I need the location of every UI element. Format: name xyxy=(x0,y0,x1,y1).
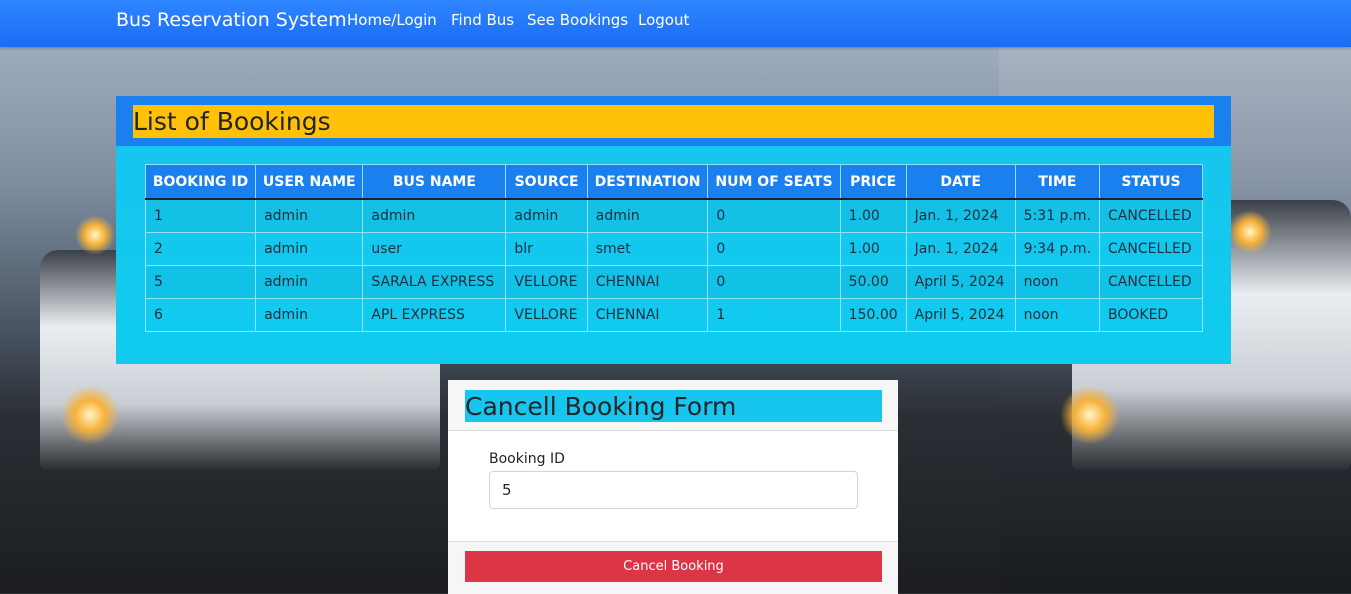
cell-user-name: admin xyxy=(255,232,364,266)
header-destination: DESTINATION xyxy=(586,164,709,200)
bookings-title: List of Bookings xyxy=(133,105,1214,138)
cell-date: Jan. 1, 2024 xyxy=(905,232,1016,266)
cell-price: 1.00 xyxy=(839,232,907,266)
header-source: SOURCE xyxy=(505,164,588,200)
header-num-of-seats: NUM OF SEATS xyxy=(707,164,841,200)
headlight-glow xyxy=(60,385,120,445)
cell-date: Jan. 1, 2024 xyxy=(905,198,1016,233)
nav-see-bookings[interactable]: See Bookings xyxy=(527,11,628,29)
booking-id-label: Booking ID xyxy=(489,451,565,467)
header-date: DATE xyxy=(905,164,1016,200)
cancel-form-title: Cancell Booking Form xyxy=(465,390,882,422)
top-navbar: Bus Reservation System Home/Login Find B… xyxy=(0,0,1351,47)
cell-price: 1.00 xyxy=(839,198,907,233)
cell-price: 150.00 xyxy=(839,298,907,332)
header-user-name: USER NAME xyxy=(255,164,364,200)
cell-destination: CHENNAI xyxy=(586,298,709,332)
cancel-card-footer: Cancel Booking xyxy=(448,541,898,594)
cell-time: noon xyxy=(1014,265,1101,299)
table-row: 2 admin user blr smet 0 1.00 Jan. 1, 2024 9:34 p… xyxy=(144,232,1203,266)
cell-source: admin xyxy=(505,198,588,233)
table-row: 1 admin admin admin admin 0 1.00 Jan. 1, 2024 5:… xyxy=(144,198,1203,233)
booking-id-input[interactable] xyxy=(489,471,858,509)
cell-destination: CHENNAI xyxy=(586,265,709,299)
headlight-glow xyxy=(75,215,115,255)
cell-bus-name: APL EXPRESS xyxy=(362,298,507,332)
cell-status: CANCELLED xyxy=(1099,198,1203,233)
header-price: PRICE xyxy=(839,164,907,200)
header-time: TIME xyxy=(1014,164,1101,200)
cell-date: April 5, 2024 xyxy=(905,298,1016,332)
cell-status: CANCELLED xyxy=(1099,232,1203,266)
cell-time: noon xyxy=(1014,298,1101,332)
cell-time: 9:34 p.m. xyxy=(1014,232,1101,266)
table-row: 6 admin APL EXPRESS VELLORE CHENNAI 1 150.00 Ap… xyxy=(144,298,1203,332)
cell-user-name: admin xyxy=(255,198,364,233)
cell-user-name: admin xyxy=(255,265,364,299)
cell-status: BOOKED xyxy=(1099,298,1203,332)
cancel-booking-button[interactable]: Cancel Booking xyxy=(465,551,882,582)
nav-home-login[interactable]: Home/Login xyxy=(347,11,437,29)
table-header-row: BOOKING ID USER NAME BUS NAME SOURCE DES… xyxy=(144,164,1203,200)
cell-source: VELLORE xyxy=(505,298,588,332)
cell-booking-id: 5 xyxy=(144,265,257,299)
cell-booking-id: 2 xyxy=(144,232,257,266)
headlight-glow xyxy=(1228,210,1272,254)
bookings-table: BOOKING ID USER NAME BUS NAME SOURCE DES… xyxy=(144,164,1203,332)
header-status: STATUS xyxy=(1099,164,1203,200)
cell-num-of-seats: 1 xyxy=(707,298,841,332)
cell-bus-name: user xyxy=(362,232,507,266)
cell-price: 50.00 xyxy=(839,265,907,299)
bookings-card: List of Bookings BOOKING ID USER NAME BU… xyxy=(116,96,1231,364)
cell-destination: admin xyxy=(586,198,709,233)
table-row: 5 admin SARALA EXPRESS VELLORE CHENNAI 0 50.00… xyxy=(144,265,1203,299)
header-bus-name: BUS NAME xyxy=(362,164,507,200)
cell-num-of-seats: 0 xyxy=(707,265,841,299)
cell-source: blr xyxy=(505,232,588,266)
cancel-card-header: Cancell Booking Form xyxy=(448,380,898,431)
cell-booking-id: 1 xyxy=(144,198,257,233)
cell-user-name: admin xyxy=(255,298,364,332)
cell-num-of-seats: 0 xyxy=(707,232,841,266)
cell-status: CANCELLED xyxy=(1099,265,1203,299)
cell-destination: smet xyxy=(586,232,709,266)
cell-num-of-seats: 0 xyxy=(707,198,841,233)
cell-date: April 5, 2024 xyxy=(905,265,1016,299)
nav-find-bus[interactable]: Find Bus xyxy=(451,11,514,29)
cell-bus-name: SARALA EXPRESS xyxy=(362,265,507,299)
header-booking-id: BOOKING ID xyxy=(144,164,257,200)
headlight-glow xyxy=(1060,385,1120,445)
brand-link[interactable]: Bus Reservation System xyxy=(116,9,347,31)
cell-source: VELLORE xyxy=(505,265,588,299)
cell-time: 5:31 p.m. xyxy=(1014,198,1101,233)
cell-bus-name: admin xyxy=(362,198,507,233)
cell-booking-id: 6 xyxy=(144,298,257,332)
cancel-booking-card: Cancell Booking Form Booking ID Cancel B… xyxy=(448,380,898,594)
nav-logout[interactable]: Logout xyxy=(638,11,689,29)
